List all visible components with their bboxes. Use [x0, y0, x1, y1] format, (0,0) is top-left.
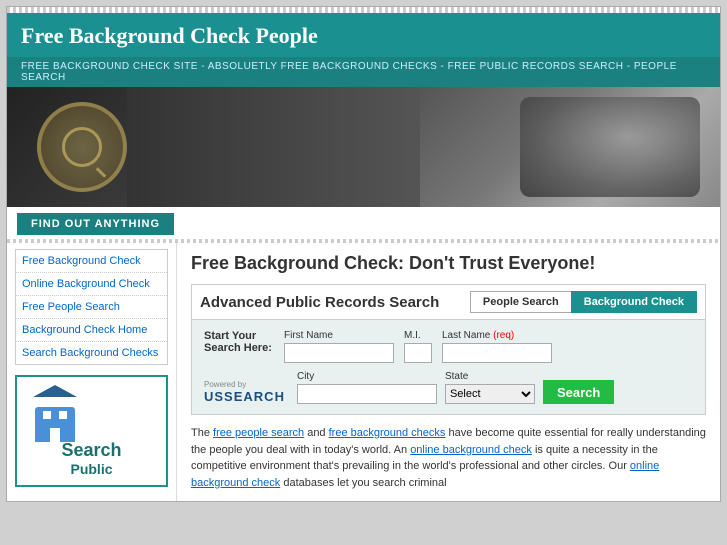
field-label-last: Last Name (req)	[442, 330, 552, 341]
input-last-name[interactable]	[442, 343, 552, 363]
link-online-bg[interactable]: online background check	[410, 444, 532, 456]
content-area: Free Background Check Online Background …	[7, 243, 720, 501]
select-state[interactable]: Select ALAKAZCA FLNYTX	[445, 384, 535, 404]
powered-by-label: Powered by	[204, 380, 285, 389]
sidebar-box: Search Public	[15, 375, 168, 487]
sidebar-nav: Free Background Check Online Background …	[15, 249, 168, 365]
sidebar-item-search-bg[interactable]: Search Background Checks	[16, 342, 167, 364]
sidebar-link-free-bg[interactable]: Free Background Check	[16, 250, 167, 272]
desc-text: The free people search and free backgrou…	[191, 425, 706, 491]
main-content: Free Background Check: Don't Trust Every…	[177, 243, 720, 501]
find-bar-wrapper: FIND OUT ANYTHING	[7, 207, 720, 239]
adv-label: Advanced Public Records Search	[200, 294, 470, 311]
sidebar-box-title1: Search	[25, 440, 158, 461]
tab-background-check[interactable]: Background Check	[571, 291, 697, 313]
tab-people-search[interactable]: People Search	[470, 291, 571, 313]
input-city[interactable]	[297, 384, 437, 404]
start-label-1: Start Your	[204, 330, 274, 342]
field-label-first: First Name	[284, 330, 394, 341]
magnify-icon	[37, 102, 127, 192]
sidebar-link-search-bg[interactable]: Search Background Checks	[16, 342, 167, 364]
sidebar-item-online-bg[interactable]: Online Background Check	[16, 273, 167, 296]
sidebar-item-free-bg[interactable]: Free Background Check	[16, 250, 167, 273]
sidebar-link-online-bg[interactable]: Online Background Check	[16, 273, 167, 295]
sidebar-link-free-people[interactable]: Free People Search	[16, 296, 167, 318]
search-form: Start Your Search Here: First Name M.I.	[192, 320, 705, 414]
page-heading: Free Background Check: Don't Trust Every…	[191, 253, 706, 274]
req-marker: (req)	[493, 330, 514, 341]
search-button[interactable]: Search	[543, 380, 614, 404]
sidebar-link-bg-home[interactable]: Background Check Home	[16, 319, 167, 341]
input-mi[interactable]	[404, 343, 432, 363]
link-people-search[interactable]: free people search	[213, 427, 304, 439]
nav-bar: FREE BACKGROUND CHECK SITE - ABSOLUETLY …	[7, 57, 720, 87]
field-label-state: State	[445, 371, 535, 382]
sidebar-box-title2: Public	[25, 461, 158, 477]
hero-image	[7, 87, 720, 207]
sidebar-item-bg-home[interactable]: Background Check Home	[16, 319, 167, 342]
site-header: Free Background Check People	[7, 13, 720, 57]
link-online-bg2[interactable]: online background check	[191, 460, 659, 489]
building-icon	[25, 385, 85, 440]
start-label-2: Search Here:	[204, 342, 274, 354]
find-bar: FIND OUT ANYTHING	[17, 213, 174, 235]
search-panel-header: Advanced Public Records Search People Se…	[192, 285, 705, 320]
field-label-city: City	[297, 371, 437, 382]
site-title: Free Background Check People	[21, 23, 706, 49]
link-bg-checks[interactable]: free background checks	[329, 427, 446, 439]
outer-wrapper: Free Background Check People FREE BACKGR…	[0, 0, 727, 508]
main-container: Free Background Check People FREE BACKGR…	[6, 6, 721, 502]
input-first-name[interactable]	[284, 343, 394, 363]
ussearch-label: USSEARCH	[204, 389, 285, 404]
sidebar: Free Background Check Online Background …	[7, 243, 177, 501]
search-panel: Advanced Public Records Search People Se…	[191, 284, 706, 415]
sidebar-item-free-people[interactable]: Free People Search	[16, 296, 167, 319]
field-label-mi: M.I.	[404, 330, 432, 341]
